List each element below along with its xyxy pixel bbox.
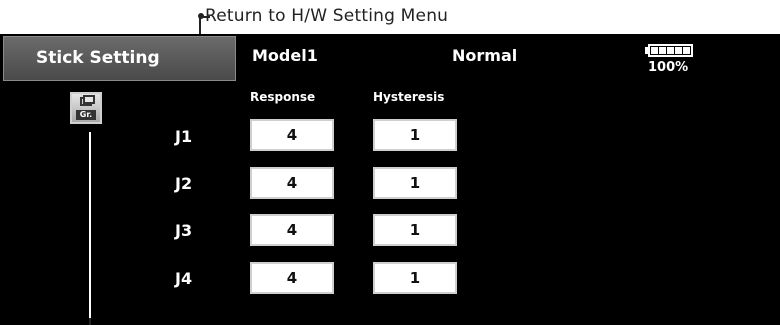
return-annotation-text: Return to H/W Setting Menu [205,6,449,26]
condition-name: Normal [452,46,518,65]
group-button-label: Gr. [76,110,96,120]
page-title: Stick Setting [36,48,160,68]
device-screen: Stick Setting Model1 Normal 100% Respons… [0,34,780,325]
hysteresis-value-j1[interactable]: 1 [373,119,457,151]
row-label-j4: J4 [175,269,193,288]
response-value-j4[interactable]: 4 [250,262,334,294]
battery-percent: 100% [648,60,689,75]
row-label-j1: J1 [175,127,193,146]
group-button[interactable]: Gr. [70,92,102,124]
return-annotation: Return to H/W Setting Menu [198,6,449,26]
response-column-header: Response [250,90,316,104]
response-value-j2[interactable]: 4 [250,167,334,199]
group-annotation-line [89,132,91,325]
group-annotation-line-bottom [89,318,91,325]
model-name: Model1 [252,46,318,65]
hysteresis-value-j4[interactable]: 1 [373,262,457,294]
battery-icon [648,44,693,57]
annotation-line [200,16,210,18]
row-label-j3: J3 [175,221,193,240]
hysteresis-value-j2[interactable]: 1 [373,167,457,199]
hysteresis-column-header: Hysteresis [373,90,445,104]
group-icon-back [83,95,95,104]
row-label-j2: J2 [175,174,193,193]
return-button[interactable]: Stick Setting [3,36,236,81]
response-value-j1[interactable]: 4 [250,119,334,151]
response-value-j3[interactable]: 4 [250,214,334,246]
hysteresis-value-j3[interactable]: 1 [373,214,457,246]
